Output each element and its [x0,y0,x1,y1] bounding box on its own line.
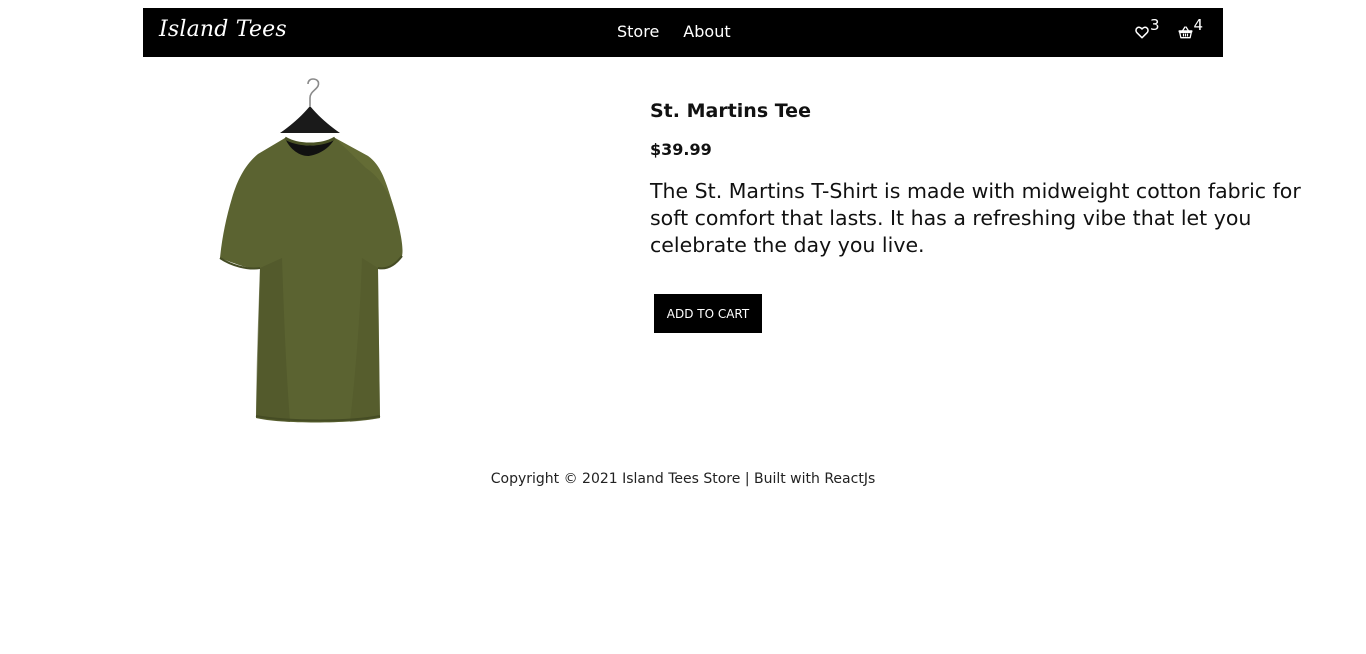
wishlist-count: 3 [1150,16,1160,34]
product-price: $39.99 [650,140,712,159]
navbar: Island Tees Store About 3 4 [143,8,1223,57]
product-info: St. Martins Tee $39.99 The St. Martins T… [650,100,1340,333]
brand-logo[interactable]: Island Tees [159,17,287,42]
wishlist-button[interactable]: 3 [1135,18,1160,39]
nav-link-store[interactable]: Store [617,22,659,42]
nav-link-about[interactable]: About [683,22,730,42]
footer-copyright: Copyright © 2021 Island Tees Store | Bui… [490,471,876,487]
product-title: St. Martins Tee [650,100,811,122]
cart-button[interactable]: 4 [1178,16,1204,39]
cart-count: 4 [1193,16,1204,34]
nav-icons: 3 4 [1135,18,1203,39]
add-to-cart-button[interactable]: ADD TO CART [654,294,762,333]
nav-links: Store About [617,22,731,42]
product-description: The St. Martins T-Shirt is made with mid… [650,179,1301,257]
basket-icon [1178,26,1192,39]
product-image [219,78,403,423]
heart-icon [1135,26,1149,39]
